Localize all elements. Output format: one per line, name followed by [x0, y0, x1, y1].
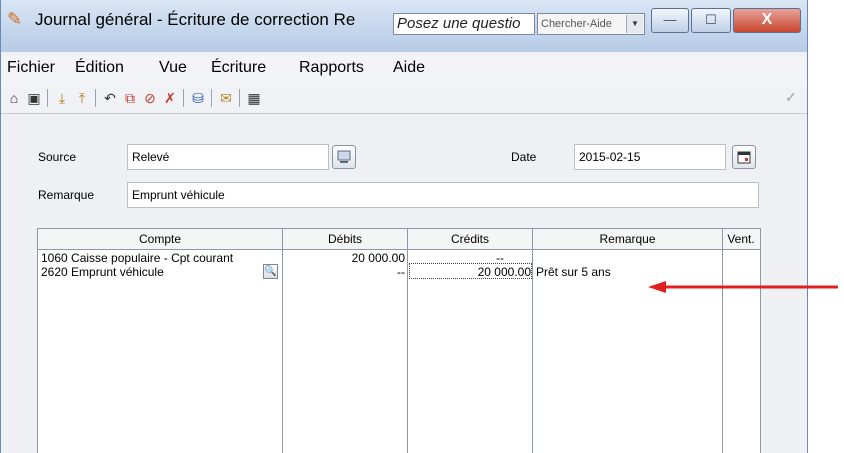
menu-ecriture[interactable]: Écriture	[211, 59, 266, 77]
date-field[interactable]: 2015-02-15	[574, 144, 726, 170]
close-button[interactable]: X	[733, 8, 801, 33]
calendar-button[interactable]	[732, 145, 756, 169]
journal-grid: Compte Débits Crédits Remarque Vent. 106…	[37, 228, 761, 453]
column-divider	[282, 229, 283, 453]
clear-icon[interactable]: ✗	[161, 89, 179, 107]
remark-field[interactable]: Emprunt véhicule	[127, 182, 759, 208]
app-window: ✎ Journal général - Écriture de correcti…	[0, 0, 808, 453]
calendar-icon	[737, 151, 751, 164]
source-label: Source	[38, 150, 77, 164]
copy-entry-icon[interactable]: ⧉	[121, 89, 139, 107]
minimize-button[interactable]: —	[651, 8, 689, 33]
menu-fichier[interactable]: Fichier	[7, 59, 55, 77]
row2-debit[interactable]: --	[284, 265, 405, 279]
magnifier-icon[interactable]: 🔍	[263, 264, 278, 279]
title-bar: ✎ Journal général - Écriture de correcti…	[1, 0, 807, 52]
header-remarque[interactable]: Remarque	[533, 229, 722, 249]
row1-debit[interactable]: 20 000.00	[284, 251, 405, 265]
row1-account[interactable]: 1060 Caisse populaire - Cpt courant	[41, 251, 233, 265]
help-combo-label: Chercher-Aide	[541, 18, 612, 30]
window-title: Journal général - Écriture de correction…	[35, 10, 356, 29]
menu-rapports[interactable]: Rapports	[299, 59, 364, 77]
menu-aide[interactable]: Aide	[393, 59, 425, 77]
arrow-head	[648, 281, 666, 293]
column-divider	[722, 229, 723, 453]
toolbar-separator	[183, 89, 184, 107]
save-icon[interactable]: ⤓	[53, 89, 71, 107]
annotation-arrow	[648, 281, 838, 293]
row2-account[interactable]: 2620 Emprunt véhicule	[41, 265, 164, 279]
row2-credit[interactable]: 20 000.00	[409, 265, 531, 279]
app-icon: ✎	[7, 9, 23, 29]
grid-header: Compte Débits Crédits Remarque Vent.	[38, 229, 760, 250]
toolbar-separator	[211, 89, 212, 107]
undo-icon[interactable]: ↶	[101, 89, 119, 107]
toolbar-separator	[239, 89, 240, 107]
toolbar-separator	[95, 89, 96, 107]
header-compte[interactable]: Compte	[38, 229, 282, 249]
home-icon[interactable]: ⌂	[5, 89, 23, 107]
toolbar-separator	[47, 89, 48, 107]
menu-bar: Fichier Édition Vue Écriture Rapports Ai…	[1, 56, 807, 84]
header-credits[interactable]: Crédits	[408, 229, 532, 249]
source-field[interactable]: Relevé	[127, 144, 329, 170]
source-lookup-button[interactable]	[332, 145, 356, 169]
column-divider	[532, 229, 533, 453]
chevron-down-icon[interactable]: ▼	[626, 15, 643, 33]
header-debits[interactable]: Débits	[283, 229, 407, 249]
help-search-input[interactable]: Posez une questio	[393, 13, 535, 35]
post-icon[interactable]: ⛁	[189, 89, 207, 107]
column-divider	[407, 229, 408, 453]
check-icon: ✓	[785, 89, 797, 105]
message-icon[interactable]: ✉	[217, 89, 235, 107]
header-vent[interactable]: Vent.	[723, 229, 759, 249]
calculator-icon[interactable]: ▦	[245, 89, 263, 107]
maximize-button[interactable]: ☐	[691, 8, 731, 33]
window-icon[interactable]: ▣	[25, 89, 43, 107]
menu-edition[interactable]: Édition	[75, 59, 124, 77]
row2-remark[interactable]: Prêt sur 5 ans	[536, 265, 611, 279]
date-label: Date	[511, 150, 537, 164]
remark-label: Remarque	[38, 188, 95, 202]
help-search-combo[interactable]: Chercher-Aide ▼	[537, 13, 645, 35]
open-icon[interactable]: ⤒	[73, 89, 91, 107]
toolbar: ⌂ ▣ ⤓ ⤒ ↶ ⧉ ⊘ ✗ ⛁ ✉ ▦ ✓	[1, 83, 807, 114]
delete-entry-icon[interactable]: ⊘	[141, 89, 159, 107]
lookup-icon	[337, 150, 351, 163]
menu-vue[interactable]: Vue	[159, 59, 187, 77]
